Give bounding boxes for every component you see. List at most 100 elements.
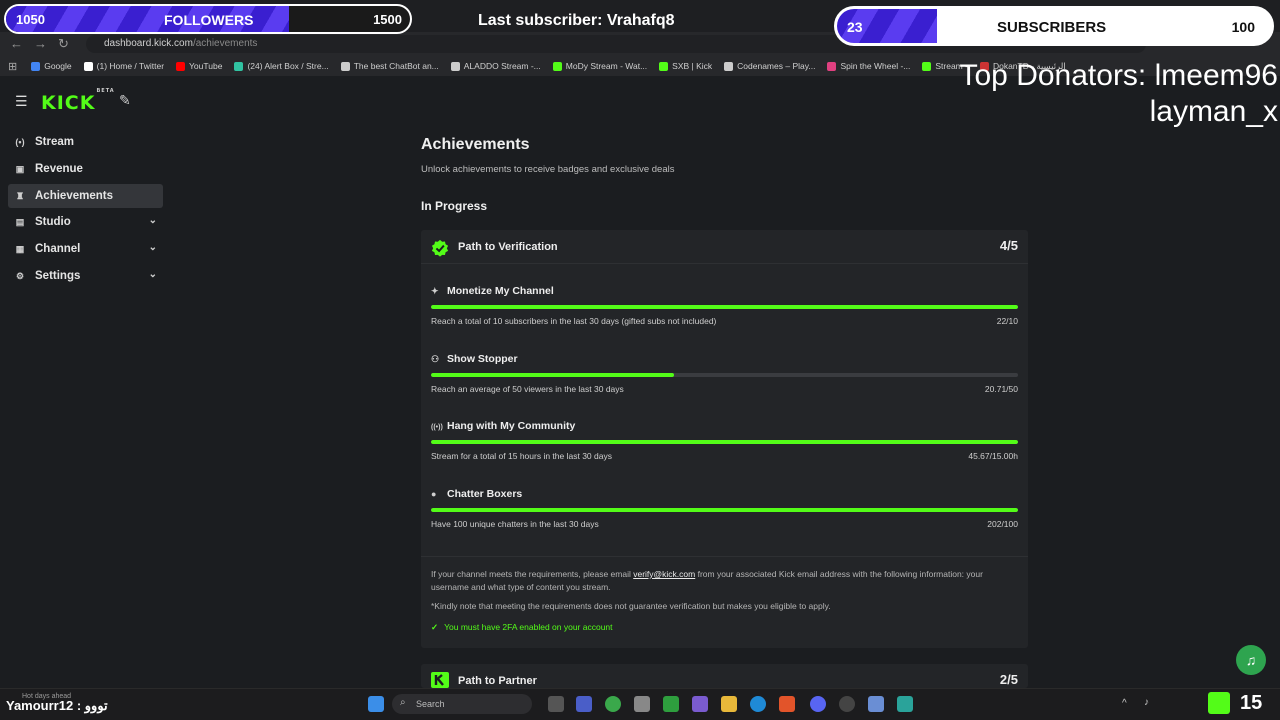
creator-tools-icon[interactable]: ✎ bbox=[119, 92, 131, 109]
achievement-progress: 20.71/50 bbox=[984, 384, 1018, 394]
game-controller-icon[interactable] bbox=[692, 696, 708, 712]
sidebar-item-achievements[interactable]: ♜ Achievements bbox=[8, 184, 163, 208]
obs-icon[interactable] bbox=[839, 696, 855, 712]
bookmark-favicon-icon bbox=[552, 61, 562, 71]
bookmark-favicon-icon bbox=[724, 61, 734, 71]
studio-icon: ▤ bbox=[15, 216, 25, 227]
back-icon[interactable]: ← bbox=[10, 36, 23, 51]
bookmark-item[interactable]: The best ChatBot an... bbox=[340, 61, 439, 71]
file-explorer-icon[interactable] bbox=[721, 696, 737, 712]
bookmark-item[interactable]: Codenames – Play... bbox=[724, 61, 815, 71]
search-icon: ⌕ bbox=[400, 697, 406, 708]
sidebar-item-label: Studio bbox=[35, 216, 71, 228]
bookmark-item[interactable]: MoDy Stream - Wat... bbox=[552, 61, 648, 71]
achievement-name: Show Stopper bbox=[447, 353, 518, 365]
url-path: /achievements bbox=[192, 38, 258, 49]
support-chat-button[interactable]: ♫ bbox=[1236, 645, 1266, 675]
achievement-description: Stream for a total of 15 hours in the la… bbox=[431, 451, 612, 461]
bookmark-favicon-icon bbox=[340, 61, 350, 71]
verify-email-link[interactable]: verify@kick.com bbox=[633, 569, 695, 579]
progress-fill bbox=[431, 305, 1018, 309]
achievement-chatter-boxers: ● Chatter Boxers Have 100 unique chatters… bbox=[431, 488, 1018, 548]
bookmark-item[interactable]: (24) Alert Box / Stre... bbox=[234, 61, 329, 71]
bookmark-label: MoDy Stream - Wat... bbox=[565, 61, 648, 71]
gear-icon: ⚙ bbox=[15, 270, 25, 281]
xbox-icon[interactable] bbox=[605, 696, 621, 712]
bookmark-item[interactable]: Spin the Wheel -... bbox=[827, 61, 910, 71]
page-title: Achievements bbox=[421, 136, 530, 153]
bookmark-item[interactable]: Google bbox=[31, 61, 72, 71]
kick-logo[interactable]: KICKBETA bbox=[41, 88, 115, 114]
chat-overlay-message: Yamourr12 : تووو bbox=[6, 698, 108, 713]
tray-chevron-icon[interactable]: ^ bbox=[1122, 698, 1127, 709]
overlay-counter: 15 bbox=[1240, 692, 1263, 714]
partner-score: 2/5 bbox=[999, 672, 1018, 687]
bookmark-label: (1) Home / Twitter bbox=[96, 61, 165, 71]
achievement-name: Chatter Boxers bbox=[447, 488, 523, 500]
verified-badge-icon bbox=[431, 239, 449, 257]
progress-fill bbox=[431, 508, 1018, 512]
notepad-icon[interactable] bbox=[868, 696, 884, 712]
discord-icon[interactable] bbox=[810, 696, 826, 712]
app2-icon[interactable] bbox=[897, 696, 913, 712]
bookmark-label: Spin the Wheel -... bbox=[840, 61, 911, 71]
bookmark-item[interactable]: (1) Home / Twitter bbox=[83, 61, 165, 71]
sidebar-item-label: Achievements bbox=[35, 190, 113, 202]
chrome-icon[interactable] bbox=[750, 696, 766, 712]
last-subscriber: Last subscriber: Vrahafq8 bbox=[478, 12, 675, 29]
taskbar-search[interactable]: ⌕ Search bbox=[392, 694, 532, 714]
menu-icon[interactable]: ☰ bbox=[15, 93, 28, 110]
verification-title: Path to Verification bbox=[458, 241, 558, 253]
windows-start-icon[interactable] bbox=[368, 696, 384, 712]
app-icon[interactable] bbox=[576, 696, 592, 712]
bookmark-favicon-icon bbox=[827, 61, 837, 71]
apps-icon[interactable]: ⊞ bbox=[8, 60, 17, 73]
chevron-down-icon[interactable]: ⌄ bbox=[149, 242, 157, 253]
bookmark-item[interactable]: ALADDO Stream -... bbox=[450, 61, 541, 71]
reload-icon[interactable]: ↻ bbox=[58, 36, 69, 52]
bookmark-label: ALADDO Stream -... bbox=[463, 61, 541, 71]
card-divider bbox=[421, 556, 1028, 557]
sidebar-item-stream[interactable]: (•) Stream bbox=[8, 130, 163, 154]
requirement-2fa: ✓ You must have 2FA enabled on your accou… bbox=[431, 622, 613, 633]
sidebar-item-revenue[interactable]: ▣ Revenue bbox=[8, 157, 163, 181]
sparkle-icon: ✦ bbox=[431, 286, 439, 296]
sidebar-item-label: Revenue bbox=[35, 163, 83, 175]
verification-card: Path to Verification 4/5 ✦ Monetize My Ch… bbox=[421, 230, 1028, 648]
followers-goal: 1500 bbox=[373, 12, 402, 27]
xbox-app-icon[interactable] bbox=[663, 696, 679, 712]
trophy-icon: ♜ bbox=[15, 190, 25, 201]
viewers-icon: ⚇ bbox=[431, 354, 440, 364]
progress-track bbox=[431, 508, 1018, 512]
bookmark-label: YouTube bbox=[189, 61, 223, 71]
signal-icon: ((•)) bbox=[431, 424, 443, 431]
forward-icon[interactable]: → bbox=[34, 36, 47, 51]
bookmark-label: Codenames – Play... bbox=[737, 61, 816, 71]
sidebar-item-settings[interactable]: ⚙ Settings ⌄ bbox=[8, 264, 163, 288]
progress-track bbox=[431, 440, 1018, 444]
sidebar-item-studio[interactable]: ▤ Studio ⌄ bbox=[8, 210, 163, 234]
chevron-down-icon[interactable]: ⌄ bbox=[149, 269, 157, 280]
mic-icon[interactable]: ♪ bbox=[1144, 697, 1149, 708]
bookmark-label: SXB | Kick bbox=[672, 61, 713, 71]
partner-card[interactable]: Path to Partner 2/5 bbox=[421, 664, 1028, 688]
chevron-down-icon[interactable]: ⌄ bbox=[149, 215, 157, 226]
verification-disclaimer: *Kindly note that meeting the requiremen… bbox=[431, 601, 831, 611]
subscribers-label: SUBSCRIBERS bbox=[997, 19, 1107, 36]
achievement-description: Reach a total of 10 subscribers in the l… bbox=[431, 316, 717, 326]
store-icon[interactable] bbox=[634, 696, 650, 712]
achievement-progress: 22/10 bbox=[996, 316, 1018, 326]
bookmark-item[interactable]: YouTube bbox=[176, 61, 222, 71]
top-donators-line1: Top Donators: lmeem96 bbox=[959, 59, 1279, 92]
brave-icon[interactable] bbox=[779, 696, 795, 712]
achievement-progress: 202/100 bbox=[987, 519, 1018, 529]
bookmark-favicon-icon bbox=[176, 61, 186, 71]
bookmark-favicon-icon bbox=[450, 61, 460, 71]
sidebar-item-channel[interactable]: ▦ Channel ⌄ bbox=[8, 237, 163, 261]
subscribers-current: 23 bbox=[847, 19, 863, 35]
bookmark-item[interactable]: SXB | Kick bbox=[659, 61, 712, 71]
achievement-name: Monetize My Channel bbox=[447, 285, 554, 297]
verification-card-header[interactable]: Path to Verification 4/5 bbox=[421, 230, 1028, 264]
task-view-icon[interactable] bbox=[548, 696, 564, 712]
progress-fill bbox=[431, 373, 675, 377]
